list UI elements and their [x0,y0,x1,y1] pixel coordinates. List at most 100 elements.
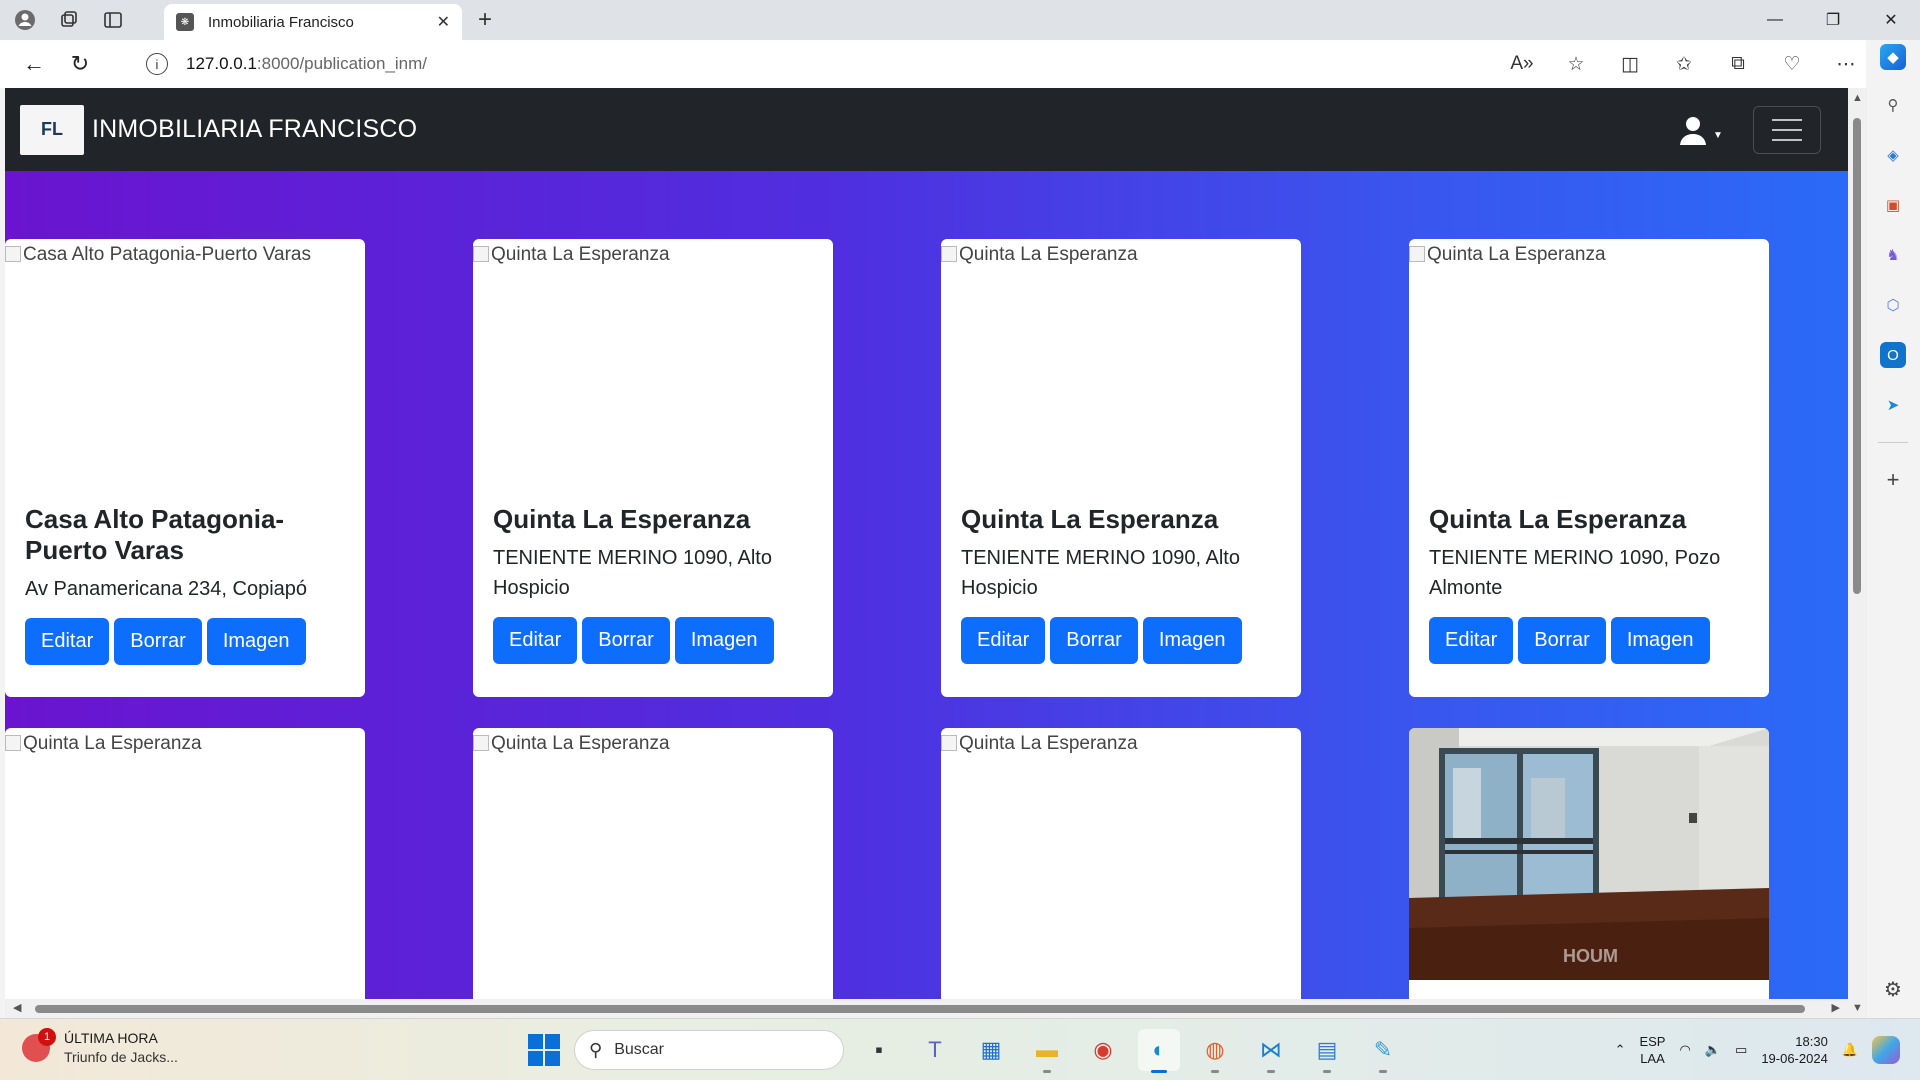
edit-button[interactable]: Editar [493,617,578,664]
file-explorer-icon[interactable]: ▬ [1026,1029,1068,1073]
read-aloud-icon[interactable]: A» [1508,53,1536,75]
minimize-icon[interactable]: — [1746,0,1804,40]
send-icon[interactable]: ➤ [1880,392,1906,418]
collections-icon[interactable]: ⧉ [1724,53,1752,75]
volume-icon[interactable]: 🔈 [1705,1042,1721,1058]
windows-start-icon[interactable] [528,1034,560,1066]
brand-name[interactable]: INMOBILIARIA FRANCISCO [92,115,417,144]
notepad-icon[interactable]: ▤ [1306,1029,1348,1073]
property-address: TENIENTE MERINO 1090, Pozo Almonte [1429,547,1721,599]
edit-button[interactable]: Editar [1429,617,1514,664]
scroll-down-icon[interactable]: ▼ [1852,1002,1863,1014]
firefox-icon[interactable]: ◍ [1194,1029,1236,1073]
wifi-icon[interactable]: ◠ [1679,1042,1690,1058]
image-button[interactable]: Imagen [206,618,306,665]
property-image: Quinta La Esperanza [1409,239,1769,504]
search-icon[interactable]: ⚲ [1880,92,1906,118]
outlook-icon[interactable]: O [1880,342,1906,368]
vertical-scrollbar[interactable]: ▲ ▼ [1848,88,1867,1018]
copilot-taskbar-icon[interactable] [1872,1036,1900,1064]
language-indicator[interactable]: ESP LAA [1639,1033,1665,1067]
workspaces-icon[interactable] [56,7,82,33]
refresh-icon[interactable]: ↻ [60,44,100,84]
clock[interactable]: 18:30 19-06-2024 [1761,1033,1828,1067]
edit-button[interactable]: Editar [25,618,110,665]
notification-badge: 1 [38,1028,56,1046]
tab-actions-icon[interactable] [100,7,126,33]
property-title: Quinta La Esperanza [1429,504,1687,534]
hamburger-line [1772,119,1802,121]
browser-tab-active[interactable]: ❋ Inmobiliaria Francisco ✕ [164,4,462,40]
task-view-icon[interactable]: ▪ [858,1029,900,1071]
games-icon[interactable]: ♞ [1880,242,1906,268]
property-address: TENIENTE MERINO 1090, Alto Hospicio [493,547,772,599]
favicon-icon: ❋ [176,13,194,31]
delete-button[interactable]: Borrar [582,617,670,664]
image-button[interactable]: Imagen [674,617,774,664]
horizontal-scroll-thumb[interactable] [35,1005,1805,1013]
restore-icon[interactable]: ❐ [1804,0,1862,40]
split-screen-icon[interactable]: ◫ [1616,53,1644,76]
microsoft365-icon[interactable]: ⬡ [1880,292,1906,318]
user-icon [1680,117,1706,145]
image-button[interactable]: Imagen [1610,617,1710,664]
close-tab-icon[interactable]: ✕ [437,12,450,32]
browser-essentials-icon[interactable]: ♡ [1778,53,1806,76]
address-bar-row: ← ↻ i 127.0.0.1:8000/publication_inm/ A»… [0,40,1920,88]
property-address: TENIENTE MERINO 1090, Alto Hospicio [961,547,1240,599]
property-card: Quinta La Esperanza [5,728,365,1018]
search-icon: ⚲ [589,1039,603,1060]
search-placeholder: Buscar [614,1041,664,1058]
news-widget[interactable]: 1 ÚLTIMA HORA Triunfo de Jacks... [22,1028,178,1067]
more-icon[interactable]: ⋯ [1832,53,1860,76]
scroll-left-icon[interactable]: ◀ [13,1001,21,1014]
image-button[interactable]: Imagen [1142,617,1242,664]
store-icon[interactable]: ▦ [970,1029,1012,1071]
tools-icon[interactable]: ▣ [1880,192,1906,218]
edge-sidebar: ◆ ⚲ ◈ ▣ ♞ ⬡ O ➤ + ⚙ [1866,40,1920,1018]
property-card: Quinta La Esperanza Quinta La Esperanza … [473,239,833,697]
new-tab-icon[interactable]: + [478,6,492,34]
tab-title: Inmobiliaria Francisco [208,13,354,31]
back-icon[interactable]: ← [14,44,54,84]
property-photo: HOUM [1409,728,1769,980]
url-field[interactable]: i 127.0.0.1:8000/publication_inm/ [126,46,1586,82]
vertical-scroll-thumb[interactable] [1853,118,1861,594]
profile-icon[interactable] [12,7,38,33]
chrome-icon[interactable]: ◉ [1082,1029,1124,1071]
copilot-icon[interactable]: ◆ [1880,44,1906,70]
taskbar-search[interactable]: ⚲ Buscar [574,1030,844,1070]
brand-logo[interactable]: FL [20,104,84,155]
property-card: Casa Alto Patagonia-Puerto Varas Casa Al… [5,239,365,697]
broken-image-icon [5,735,21,751]
shopping-icon[interactable]: ◈ [1880,142,1906,168]
teams-icon[interactable]: T [914,1029,956,1071]
close-window-icon[interactable]: ✕ [1862,0,1920,40]
scroll-up-icon[interactable]: ▲ [1852,92,1863,104]
edge-icon[interactable]: ◐ [1138,1029,1180,1073]
notification-bell-icon[interactable]: 🔔 [1842,1042,1858,1058]
scroll-right-icon[interactable]: ▶ [1832,1001,1840,1014]
paint-icon[interactable]: ✎ [1362,1029,1404,1073]
battery-icon[interactable]: ▭ [1735,1042,1747,1058]
show-hidden-icons-icon[interactable]: ⌃ [1615,1042,1626,1058]
delete-button[interactable]: Borrar [114,618,202,665]
favorite-star-icon[interactable]: ☆ [1562,53,1590,76]
property-card: Quinta La Esperanza [941,728,1301,1018]
news-subtitle: Triunfo de Jacks... [64,1049,178,1065]
add-icon[interactable]: + [1880,467,1906,493]
user-dropdown[interactable]: ▼ [1677,114,1723,146]
favorites-icon[interactable]: ✩ [1670,53,1698,76]
delete-button[interactable]: Borrar [1518,617,1606,664]
property-image: Quinta La Esperanza [5,728,365,993]
settings-icon[interactable]: ⚙ [1880,976,1906,1002]
info-icon[interactable]: i [146,53,168,75]
broken-image-icon [941,735,957,751]
delete-button[interactable]: Borrar [1050,617,1138,664]
property-image: Quinta La Esperanza [473,239,833,504]
caret-down-icon: ▼ [1713,129,1723,141]
navbar-toggler-button[interactable] [1753,106,1821,154]
horizontal-scrollbar[interactable]: ◀ ▶ [5,999,1848,1018]
vscode-icon[interactable]: ⋈ [1250,1029,1292,1073]
edit-button[interactable]: Editar [961,617,1046,664]
